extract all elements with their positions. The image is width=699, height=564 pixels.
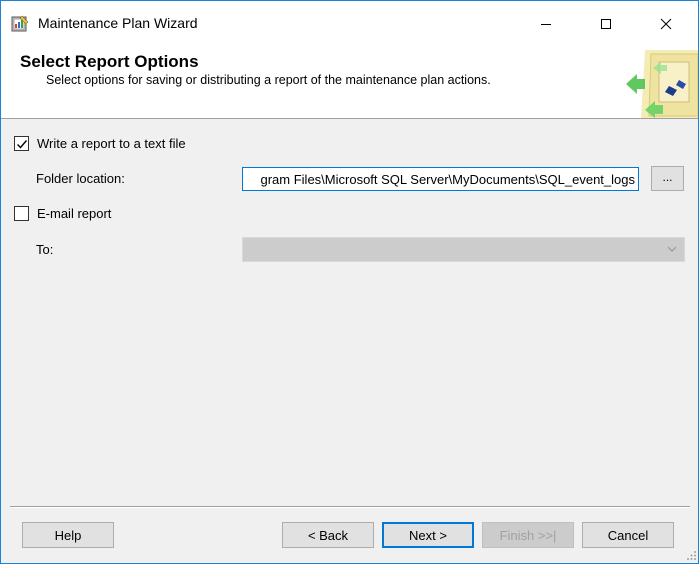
next-button[interactable]: Next > <box>382 522 474 548</box>
minimize-icon <box>541 23 551 25</box>
folder-location-value: gram Files\Microsoft SQL Server\MyDocume… <box>260 172 636 187</box>
email-report-label: E-mail report <box>37 206 112 221</box>
close-button[interactable] <box>643 1 689 46</box>
wizard-header: Select Report Options Select options for… <box>1 46 699 119</box>
back-button[interactable]: < Back <box>282 522 374 548</box>
page-subtitle: Select options for saving or distributin… <box>46 73 491 87</box>
write-report-label: Write a report to a text file <box>37 136 186 151</box>
to-operator-select[interactable] <box>242 237 685 262</box>
email-report-checkbox[interactable] <box>14 206 29 221</box>
cancel-button[interactable]: Cancel <box>582 522 674 548</box>
maximize-button[interactable] <box>583 1 629 46</box>
wizard-window: Maintenance Plan Wizard Select Report Op… <box>0 0 699 564</box>
help-button[interactable]: Help <box>22 522 114 548</box>
email-report-option[interactable]: E-mail report <box>14 206 111 221</box>
folder-location-label: Folder location: <box>36 171 125 186</box>
write-report-option[interactable]: Write a report to a text file <box>14 136 186 151</box>
window-title: Maintenance Plan Wizard <box>38 15 198 31</box>
page-title: Select Report Options <box>20 52 199 71</box>
wizard-banner-icon <box>623 46 699 118</box>
finish-button[interactable]: Finish >>| <box>482 522 574 548</box>
checkmark-icon <box>16 139 27 149</box>
resize-grip-icon[interactable] <box>685 549 697 561</box>
title-bar[interactable]: Maintenance Plan Wizard <box>1 1 698 46</box>
maximize-icon <box>601 18 611 29</box>
close-icon <box>660 18 672 29</box>
minimize-button[interactable] <box>523 1 569 46</box>
write-report-checkbox[interactable] <box>14 136 29 151</box>
footer-divider-highlight <box>10 507 690 508</box>
to-label: To: <box>36 242 54 257</box>
chevron-down-icon <box>667 246 677 252</box>
wizard-app-icon <box>11 15 29 33</box>
folder-location-input[interactable]: gram Files\Microsoft SQL Server\MyDocume… <box>242 167 639 191</box>
browse-folder-button[interactable]: ... <box>651 166 684 191</box>
